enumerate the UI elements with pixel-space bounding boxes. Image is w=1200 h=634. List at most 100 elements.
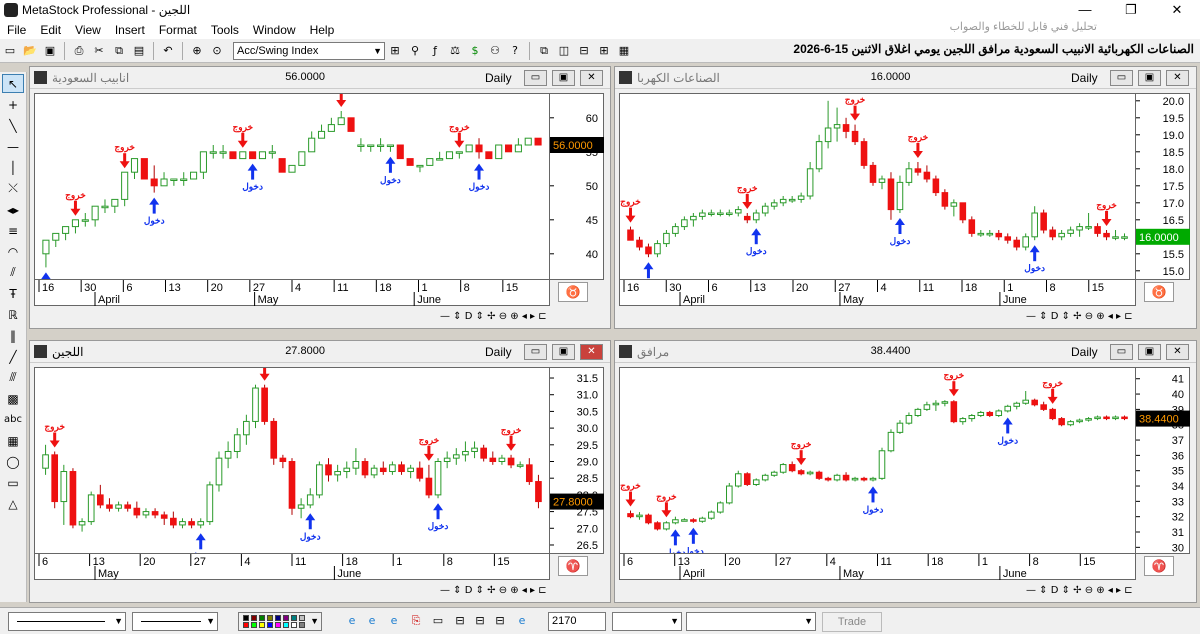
tile-grid-icon[interactable]: ⊞ — [595, 42, 613, 60]
chart-close-button[interactable]: ✕ — [1166, 70, 1189, 86]
regression-icon[interactable]: ℝ — [2, 305, 24, 324]
color-swatch[interactable] — [291, 622, 297, 628]
fan-lines-icon[interactable]: ⫽ — [2, 263, 24, 282]
chart-window-header[interactable]: انابيب السعودية 56.0000 Daily ▭ ▣ ✕ — [30, 67, 610, 89]
color-swatch[interactable] — [243, 615, 249, 621]
cut-icon[interactable]: ✂ — [90, 42, 108, 60]
bars-icon[interactable]: ‖ — [2, 326, 24, 345]
color-swatch[interactable] — [267, 622, 273, 628]
crosshair-icon[interactable]: + — [2, 95, 24, 114]
close-button[interactable]: ✕ — [1154, 0, 1200, 20]
save-icon[interactable]: ▣ — [41, 42, 59, 60]
new-icon[interactable]: ▭ — [1, 42, 19, 60]
color-swatch[interactable] — [291, 615, 297, 621]
system-tester-icon[interactable]: ⚖ — [446, 42, 464, 60]
export-icon[interactable]: ⎘ — [408, 613, 424, 629]
chart-window-pipes[interactable]: انابيب السعودية 56.0000 Daily ▭ ▣ ✕ خروج خروج خر… — [29, 66, 611, 329]
menu-help[interactable]: Help — [303, 23, 342, 37]
arc-icon[interactable]: ◠ — [2, 242, 24, 261]
chart-window-marafiq[interactable]: مرافق 38.4400 Daily ▭ ▣ ✕ خروج خروج خروج خروج خروج… — [614, 340, 1197, 603]
chart-window-lujain[interactable]: اللجين 27.8000 Daily ▭ ▣ ✕ خروج خروج خروج خروج دخو… — [29, 340, 611, 603]
color-swatch[interactable] — [299, 615, 305, 621]
chart-minimize-button[interactable]: ▭ — [524, 70, 547, 86]
gann-icon[interactable]: ▩ — [2, 389, 24, 408]
line-weight-select[interactable]: ▼ — [132, 612, 218, 631]
status-select-2[interactable]: ▼ — [686, 612, 816, 631]
ellipse-icon[interactable]: ◯ — [2, 452, 24, 471]
chart-close-button[interactable]: ✕ — [1166, 344, 1189, 360]
price-field[interactable]: 2170 — [548, 612, 606, 631]
paste-icon[interactable]: ▤ — [130, 42, 148, 60]
chart-window-header[interactable]: مرافق 38.4400 Daily ▭ ▣ ✕ — [615, 341, 1196, 363]
price-plot[interactable]: خروج خروج خروج خروج خروج دخول دخول دخول دخول دخول — [34, 93, 550, 280]
color-swatch[interactable] — [283, 615, 289, 621]
chart-window-header[interactable]: اللجين 27.8000 Daily ▭ ▣ ✕ — [30, 341, 610, 363]
tile-vertical-icon[interactable]: ◫ — [555, 42, 573, 60]
fibonacci-icon[interactable]: ≡ — [2, 221, 24, 240]
trade-button[interactable]: Trade — [822, 612, 882, 632]
grid-icon[interactable]: ▦ — [2, 431, 24, 450]
triangle-icon[interactable]: △ — [2, 494, 24, 513]
color-swatch[interactable] — [259, 615, 265, 621]
print-icon[interactable]: ⎙ — [70, 42, 88, 60]
menu-edit[interactable]: Edit — [33, 23, 68, 37]
chart-window-electric[interactable]: الصناعات الكهربا 16.0000 Daily ▭ ▣ ✕ خروج خروج خ… — [614, 66, 1197, 329]
window-icon-3[interactable]: ⊟ — [472, 613, 488, 629]
undo-icon[interactable]: ↶ — [159, 42, 177, 60]
line-style-select[interactable]: ▼ — [8, 612, 126, 631]
cycle-lines-icon[interactable]: ⤬ — [2, 179, 24, 198]
menu-window[interactable]: Window — [246, 23, 303, 37]
chart-restore-button[interactable]: ▣ — [1138, 70, 1161, 86]
date-axis[interactable]: 6 13 20 27 4 11 18 1 8 15 April May June — [619, 554, 1136, 580]
browser-edge-icon-3[interactable]: e — [386, 613, 402, 629]
chart-close-button[interactable]: ✕ — [580, 344, 603, 360]
color-swatch[interactable] — [259, 622, 265, 628]
line-tool-icon[interactable]: ╱ — [2, 347, 24, 366]
tile-horizontal-icon[interactable]: ⊟ — [575, 42, 593, 60]
window-icon-1[interactable]: ▭ — [430, 613, 446, 629]
cascade-windows-icon[interactable]: ⧉ — [535, 42, 553, 60]
chart-minimize-button[interactable]: ▭ — [1110, 70, 1133, 86]
vertical-line-icon[interactable]: │ — [2, 158, 24, 177]
chart-restore-button[interactable]: ▣ — [1138, 344, 1161, 360]
speed-lines-icon[interactable]: ⫻ — [2, 368, 24, 387]
color-swatch[interactable] — [299, 622, 305, 628]
copy-icon[interactable]: ⧉ — [110, 42, 128, 60]
minimize-button[interactable]: — — [1062, 0, 1108, 20]
maximize-button[interactable]: ❐ — [1108, 0, 1154, 20]
zoom-fit-icon[interactable]: ⊙ — [208, 42, 226, 60]
window-icon-4[interactable]: ⊟ — [492, 613, 508, 629]
browser-edge-icon[interactable]: e — [344, 613, 360, 629]
price-plot[interactable]: خروجخروجخروجخروجخروجدخولدخولدخولدخول — [619, 367, 1136, 554]
trendline-icon[interactable]: ╲ — [2, 116, 24, 135]
color-swatch[interactable] — [251, 622, 257, 628]
menu-insert[interactable]: Insert — [108, 23, 152, 37]
chart-restore-button[interactable]: ▣ — [552, 70, 575, 86]
color-swatch[interactable] — [267, 615, 273, 621]
explorer-binoculars-icon[interactable]: ⚇ — [486, 42, 504, 60]
formula-icon[interactable]: ƒ — [426, 42, 444, 60]
text-icon[interactable]: Ŧ — [2, 284, 24, 303]
price-plot[interactable]: خروجخروجخروجخروجخروجدخولدخولدخولدخول — [619, 93, 1136, 280]
browser-edge-icon-4[interactable]: e — [514, 613, 530, 629]
scroll-left-right-icon[interactable]: ◂▸ — [2, 200, 24, 219]
price-axis[interactable]: 31.531.030.530.029.529.028.528.027.527.0… — [550, 367, 604, 554]
menu-file[interactable]: File — [0, 23, 33, 37]
menu-format[interactable]: Format — [152, 23, 204, 37]
color-swatch[interactable] — [283, 622, 289, 628]
menu-view[interactable]: View — [68, 23, 108, 37]
status-select-1[interactable]: ▼ — [612, 612, 682, 631]
zoom-icon[interactable]: ⊕ — [188, 42, 206, 60]
open-folder-icon[interactable]: 📂 — [21, 42, 39, 60]
date-axis[interactable]: 16 30 6 13 20 27 4 11 18 1 8 15 April May June — [619, 280, 1136, 306]
menu-tools[interactable]: Tools — [204, 23, 246, 37]
abc-text-icon[interactable]: abc — [2, 410, 24, 429]
color-swatch[interactable] — [275, 622, 281, 628]
window-icon-2[interactable]: ⊟ — [452, 613, 468, 629]
indicator-builder-icon[interactable]: ⊞ — [386, 42, 404, 60]
indicator-select[interactable]: Acc/Swing Index ▼ — [233, 41, 385, 60]
browser-edge-icon-2[interactable]: e — [364, 613, 380, 629]
pointer-icon[interactable]: ↖ — [2, 74, 24, 93]
horizontal-line-icon[interactable]: — — [2, 137, 24, 156]
chart-scroll-controls[interactable]: — ⇕ D ⇕ ✢ ⊖ ⊕ ◂ ▸ ⊏ — [1026, 585, 1133, 596]
